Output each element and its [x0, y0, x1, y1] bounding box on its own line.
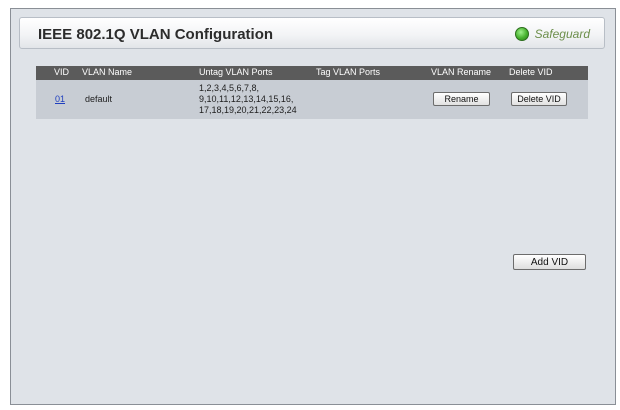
table-row: 01 default 1,2,3,4,5,6,7,8, 9,10,11,12,1…	[36, 80, 588, 119]
vid-link[interactable]: 01	[55, 94, 65, 105]
safeguard-indicator: Safeguard	[514, 25, 590, 43]
untag-ports-line: 9,10,11,12,13,14,15,16,	[199, 94, 294, 104]
untag-ports-line: 17,18,19,20,21,22,23,24	[199, 105, 297, 115]
add-vid-button[interactable]: Add VID	[513, 254, 586, 270]
vlan-table-header: VID VLAN Name Untag VLAN Ports Tag VLAN …	[36, 66, 588, 80]
safeguard-label: Safeguard	[534, 27, 590, 41]
column-header-vlan-name: VLAN Name	[82, 67, 133, 77]
rename-button[interactable]: Rename	[433, 92, 490, 106]
content-frame: IEEE 802.1Q VLAN Configuration Safeguard…	[10, 8, 616, 405]
column-header-vlan-rename: VLAN Rename	[431, 67, 492, 77]
column-header-vid: VID	[54, 67, 70, 77]
untag-ports-cell: 1,2,3,4,5,6,7,8, 9,10,11,12,13,14,15,16,…	[199, 83, 297, 116]
status-indicator-icon	[514, 27, 529, 41]
vlan-name-cell: default	[85, 94, 113, 104]
page-title: IEEE 802.1Q VLAN Configuration	[38, 26, 274, 43]
title-bar: IEEE 802.1Q VLAN Configuration Safeguard	[19, 17, 605, 49]
column-header-delete-vid: Delete VID	[509, 67, 553, 77]
column-header-untag-ports: Untag VLAN Ports	[199, 67, 273, 77]
delete-vid-button[interactable]: Delete VID	[511, 92, 567, 106]
column-header-tag-ports: Tag VLAN Ports	[316, 67, 381, 77]
untag-ports-line: 1,2,3,4,5,6,7,8,	[199, 83, 260, 93]
